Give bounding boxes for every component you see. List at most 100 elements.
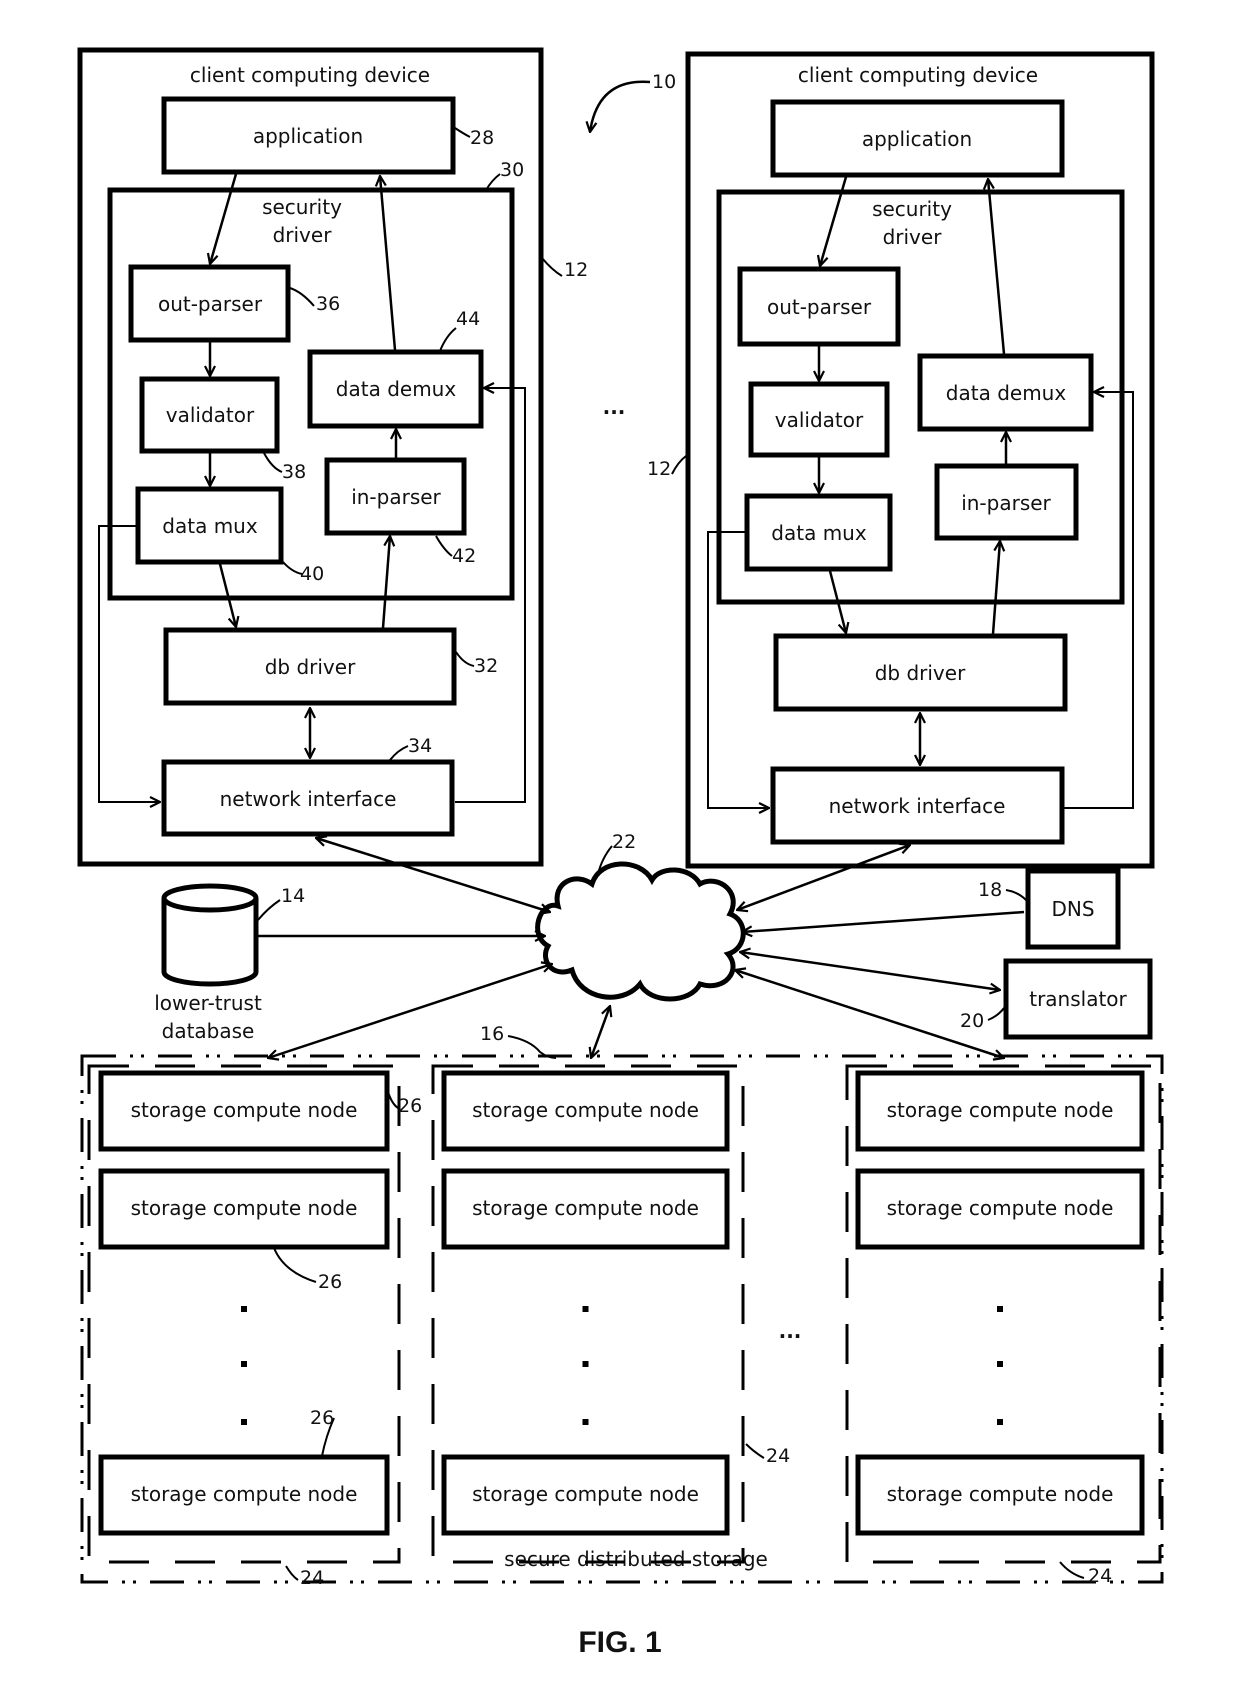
security-driver-label-2: driver bbox=[883, 225, 943, 249]
data-demux-label: data demux bbox=[336, 377, 457, 401]
ref-leader-20 bbox=[987, 1007, 1005, 1021]
application-label: application bbox=[862, 127, 972, 151]
ref-10-arrow bbox=[590, 80, 651, 132]
storage-compute-node-label: storage compute node bbox=[887, 1482, 1114, 1506]
ref-leader-18 bbox=[1005, 889, 1027, 901]
arrow-demux-to-app bbox=[380, 176, 397, 351]
storage-compute-node-label: storage compute node bbox=[887, 1098, 1114, 1122]
ref-38: 38 bbox=[282, 461, 306, 483]
ref-18: 18 bbox=[978, 879, 1002, 901]
validator-label: validator bbox=[166, 403, 255, 427]
storage-compute-node-label: storage compute node bbox=[131, 1196, 358, 1220]
continuation-dot bbox=[582, 1419, 589, 1425]
ref-leader-44 bbox=[439, 327, 457, 352]
ref-leader-28 bbox=[454, 127, 471, 138]
ref-12-right: 12 bbox=[647, 458, 671, 480]
continuation-dot bbox=[241, 1306, 247, 1312]
link-storage-col1-cloud bbox=[268, 964, 552, 1058]
out-parser-label: out-parser bbox=[767, 295, 872, 319]
out-parser-label: out-parser bbox=[158, 292, 263, 316]
storage-compute-node-label: storage compute node bbox=[472, 1196, 699, 1220]
translator[interactable]: translator 20 bbox=[960, 958, 1153, 1040]
continuation-dot bbox=[997, 1306, 1003, 1312]
in-parser-label: in-parser bbox=[351, 485, 441, 509]
data-demux-label: data demux bbox=[946, 381, 1067, 405]
ref-36: 36 bbox=[316, 293, 340, 315]
database-label-1: lower-trust bbox=[154, 991, 262, 1015]
ref-44: 44 bbox=[456, 308, 480, 330]
ref-leader-14 bbox=[257, 899, 281, 921]
security-driver-label-2: driver bbox=[273, 223, 333, 247]
translator-label: translator bbox=[1029, 987, 1127, 1011]
ref-22: 22 bbox=[612, 831, 636, 853]
arrow-dbdriver-to-inparser bbox=[991, 541, 1000, 635]
storage-compute-node-label: storage compute node bbox=[472, 1098, 699, 1122]
network-interface-label: network interface bbox=[220, 787, 397, 811]
arrow-demux-to-app bbox=[988, 179, 1006, 355]
arrow-dbdriver-to-inparser bbox=[381, 536, 390, 629]
link-dns-cloud bbox=[742, 910, 1025, 932]
ref-14: 14 bbox=[281, 885, 305, 907]
ref-leader bbox=[745, 1443, 765, 1459]
ref-leader bbox=[273, 1247, 317, 1283]
storage-column: storage compute node storage compute node… bbox=[87, 1064, 401, 1564]
in-parser-label: in-parser bbox=[961, 491, 1051, 515]
ref-leader bbox=[285, 1565, 299, 1581]
ref-40: 40 bbox=[300, 563, 324, 585]
ref-label: 26 bbox=[318, 1271, 342, 1293]
ref-12-left: 12 bbox=[564, 259, 588, 281]
database-label-2: database bbox=[162, 1019, 255, 1043]
lower-trust-database[interactable]: lower-trust database 14 bbox=[154, 883, 305, 1043]
dns-label: DNS bbox=[1051, 897, 1094, 921]
ref-42: 42 bbox=[452, 545, 476, 567]
ref-label: 24 bbox=[766, 1445, 790, 1467]
db-driver-label: db driver bbox=[265, 655, 356, 679]
ref-leader-36 bbox=[289, 287, 315, 307]
ref-leader-34 bbox=[389, 745, 409, 761]
ref-label: 24 bbox=[300, 1567, 324, 1589]
secure-distributed-storage: 16 secure distributed storage ... storag… bbox=[80, 1023, 1164, 1589]
network-interface-label: network interface bbox=[829, 794, 1006, 818]
ref-32: 32 bbox=[474, 655, 498, 677]
continuation-dot bbox=[582, 1306, 589, 1312]
dns-server[interactable]: DNS 18 bbox=[978, 868, 1121, 950]
device-ellipsis: ... bbox=[603, 395, 626, 419]
ref-leader-12-right bbox=[671, 455, 687, 475]
database-icon-top bbox=[161, 883, 259, 913]
continuation-dot bbox=[997, 1419, 1003, 1425]
ref-20: 20 bbox=[960, 1010, 984, 1032]
ref-16: 16 bbox=[480, 1023, 504, 1045]
storage-compute-node-label: storage compute node bbox=[131, 1098, 358, 1122]
network-cloud[interactable]: 22 bbox=[535, 831, 746, 1002]
ref-30: 30 bbox=[500, 159, 524, 181]
storage-compute-node-label: storage compute node bbox=[131, 1482, 358, 1506]
storage-column-ellipsis: ... bbox=[779, 1319, 802, 1343]
client-device-title: client computing device bbox=[798, 63, 1038, 87]
figure-caption: FIG. 1 bbox=[578, 1626, 661, 1659]
ref-label: 24 bbox=[1088, 1565, 1112, 1587]
application-label: application bbox=[253, 124, 363, 148]
storage-compute-node-label: storage compute node bbox=[472, 1482, 699, 1506]
db-driver-label: db driver bbox=[875, 661, 966, 685]
ref-leader-42 bbox=[435, 535, 453, 557]
validator-label: validator bbox=[775, 408, 864, 432]
ref-28: 28 bbox=[470, 127, 494, 149]
link-right-device-cloud bbox=[737, 845, 910, 910]
continuation-dot bbox=[241, 1419, 247, 1425]
client-device-right: client computing device application secu… bbox=[685, 51, 1155, 869]
client-device-left: client computing device application 28 s… bbox=[77, 47, 544, 867]
secure-storage-label: secure distributed storage bbox=[504, 1547, 768, 1571]
cloud-icon[interactable] bbox=[535, 861, 746, 1002]
link-left-device-cloud bbox=[316, 838, 550, 912]
storage-compute-node-label: storage compute node bbox=[887, 1196, 1114, 1220]
ref-leader-38 bbox=[263, 452, 283, 473]
ref-label: 26 bbox=[310, 1407, 334, 1429]
ref-10: 10 bbox=[652, 71, 676, 93]
ref-34: 34 bbox=[408, 735, 432, 757]
continuation-dot bbox=[582, 1361, 589, 1367]
data-mux-label: data mux bbox=[771, 521, 867, 545]
ref-leader-32 bbox=[455, 651, 475, 667]
system-diagram: client computing device application 28 s… bbox=[77, 47, 1164, 1659]
data-mux-label: data mux bbox=[162, 514, 258, 538]
continuation-dot bbox=[997, 1361, 1003, 1367]
